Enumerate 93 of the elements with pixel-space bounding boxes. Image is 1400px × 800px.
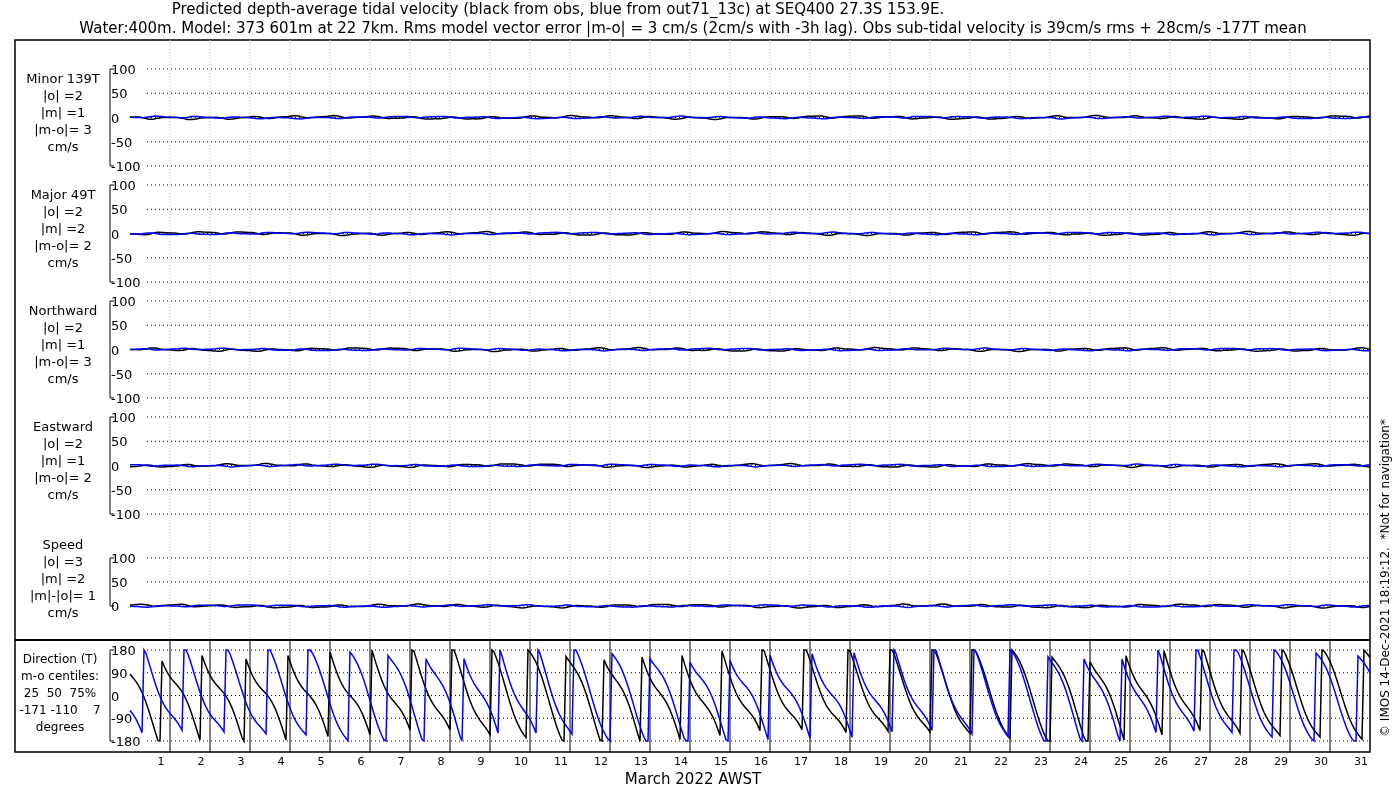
- x-tick-label: 15: [714, 755, 728, 768]
- y-tick-label: -100: [111, 391, 141, 406]
- x-tick-label: 6: [357, 755, 365, 768]
- panel-label: 25 50 75%: [23, 686, 97, 700]
- panel-label: degrees: [35, 720, 85, 734]
- y-tick-label: 0: [111, 688, 120, 704]
- y-tick-label: 100: [111, 294, 136, 309]
- panel-label: |o| =3: [43, 554, 83, 569]
- panel-label: Northward: [28, 303, 98, 318]
- panel-label: |m| =1: [40, 105, 86, 120]
- y-tick-label: 0: [111, 226, 120, 242]
- x-tick-label: 17: [794, 755, 808, 768]
- x-tick-label: 1: [157, 755, 165, 768]
- panel-label: cm/s: [47, 605, 79, 620]
- x-tick-label: 31: [1354, 755, 1368, 768]
- x-tick-label: 19: [874, 755, 888, 768]
- x-axis-label: March 2022 AWST: [624, 770, 762, 788]
- y-tick-label: 50: [111, 318, 128, 334]
- panel-label: |m| =2: [40, 571, 86, 586]
- x-tick-label: 12: [594, 755, 608, 768]
- x-tick-label: 30: [1314, 755, 1328, 768]
- y-tick-label: 50: [111, 86, 128, 102]
- chart-title: Predicted depth-average tidal velocity (black from obs, blue from out71_13c) at SEQ400 27.3S 153.9E.: [171, 0, 945, 18]
- panel-label: |o| =2: [43, 204, 83, 219]
- panel-label: |o| =2: [43, 436, 83, 451]
- panel-label: |o| =2: [43, 320, 83, 335]
- panel-label: |m-o|= 2: [34, 470, 92, 485]
- x-tick-label: 21: [954, 755, 968, 768]
- x-tick-label: 8: [437, 755, 445, 768]
- x-tick-label: 29: [1274, 755, 1288, 768]
- panel-label: Minor 139T: [26, 71, 100, 86]
- y-tick-label: -100: [111, 507, 141, 522]
- panel-label: cm/s: [47, 139, 79, 154]
- y-tick-label: 100: [111, 551, 136, 566]
- x-tick-label: 24: [1074, 755, 1088, 768]
- x-tick-label: 28: [1234, 755, 1248, 768]
- y-tick-label: 100: [111, 178, 136, 193]
- x-tick-label: 5: [317, 755, 325, 768]
- panel-label: -171 -110 7: [19, 703, 101, 717]
- x-tick-label: 11: [554, 755, 568, 768]
- panel-label: |m-o|= 3: [34, 122, 92, 137]
- y-tick-label: -50: [111, 482, 133, 498]
- y-tick-label: -180: [111, 734, 141, 749]
- chart-title: Water:400m. Model: 373 601m at 22 7km. Rms model vector error |m-o| = 3 cm/s (2cm/s with -3h lag). Obs sub-tidal velocity is 39cm/s rms + 28cm/s -177T mean: [79, 19, 1307, 37]
- panel-label: m-o centiles:: [21, 669, 99, 683]
- y-tick-label: 50: [111, 202, 128, 218]
- panel-label: |m-o|= 2: [34, 238, 92, 253]
- copyright-note: © IMOS 14-Dec-2021 18:19:12. *Not for navigation*: [1378, 419, 1392, 737]
- y-tick-label: 180: [111, 643, 136, 658]
- panel-label: Direction (T): [22, 652, 98, 666]
- x-tick-label: 16: [754, 755, 768, 768]
- x-tick-label: 14: [674, 755, 688, 768]
- y-tick-label: 100: [111, 410, 136, 425]
- panel-label: |m| =1: [40, 337, 86, 352]
- panel-label: cm/s: [47, 255, 79, 270]
- x-tick-label: 4: [277, 755, 285, 768]
- panel-label: |m|-|o|= 1: [29, 588, 97, 603]
- y-tick-label: 0: [111, 110, 120, 126]
- panel-label: Major 49T: [30, 187, 96, 202]
- x-tick-label: 22: [994, 755, 1008, 768]
- panel-label: Speed: [42, 537, 84, 552]
- x-tick-label: 27: [1194, 755, 1208, 768]
- x-tick-label: 2: [197, 755, 205, 768]
- y-tick-label: 50: [111, 434, 128, 450]
- x-tick-label: 13: [634, 755, 648, 768]
- y-tick-label: 90: [111, 665, 128, 681]
- x-tick-label: 23: [1034, 755, 1048, 768]
- x-tick-label: 3: [237, 755, 245, 768]
- y-tick-label: -50: [111, 250, 133, 266]
- x-tick-label: 25: [1114, 755, 1128, 768]
- panel-label: |m-o|= 3: [34, 354, 92, 369]
- x-tick-label: 26: [1154, 755, 1168, 768]
- y-tick-label: 0: [111, 458, 120, 474]
- x-tick-label: 18: [834, 755, 848, 768]
- y-tick-label: -100: [111, 275, 141, 290]
- y-tick-label: 0: [111, 342, 120, 358]
- x-tick-label: 10: [514, 755, 528, 768]
- y-tick-label: -50: [111, 366, 133, 382]
- y-tick-label: 100: [111, 62, 136, 77]
- panel-label: |m| =2: [40, 221, 86, 236]
- panel-label: |m| =1: [40, 453, 86, 468]
- y-tick-label: 50: [111, 575, 128, 590]
- panel-label: cm/s: [47, 371, 79, 386]
- panel-label: |o| =2: [43, 88, 83, 103]
- y-tick-label: -50: [111, 134, 133, 150]
- panel-label: Eastward: [33, 419, 93, 434]
- x-tick-label: 7: [397, 755, 405, 768]
- x-tick-label: 20: [914, 755, 928, 768]
- x-tick-label: 9: [477, 755, 485, 768]
- y-tick-label: -100: [111, 159, 141, 174]
- panel-label: cm/s: [47, 487, 79, 502]
- y-tick-label: 0: [111, 599, 120, 614]
- y-tick-label: -90: [111, 711, 133, 727]
